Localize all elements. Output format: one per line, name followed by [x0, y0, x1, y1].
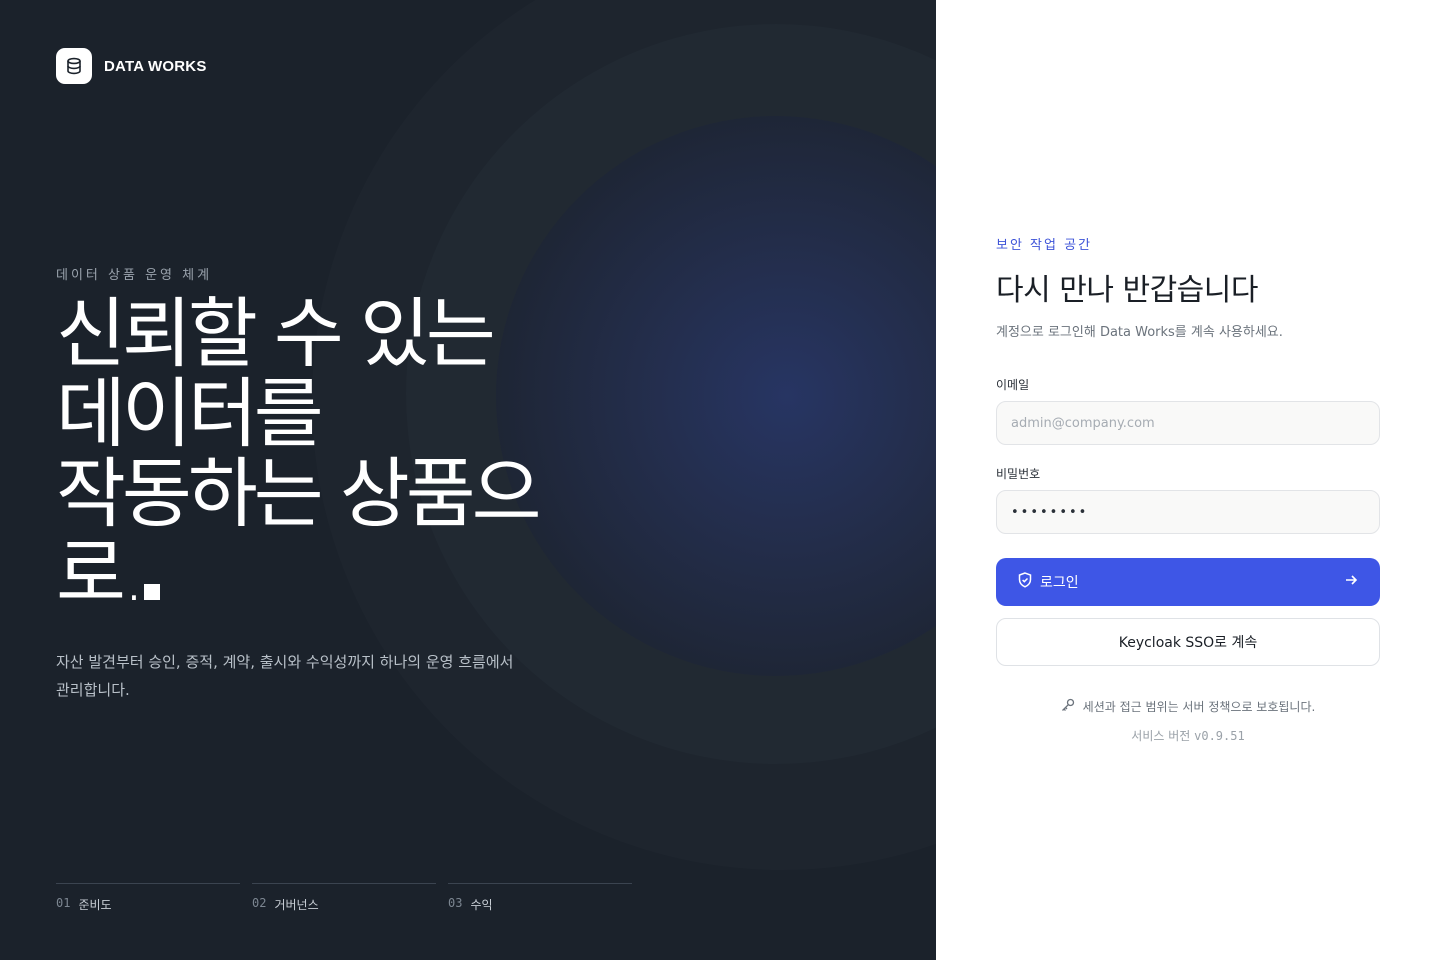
description-line: 관리합니다.: [56, 681, 130, 699]
shield-icon: [1018, 572, 1032, 592]
step-number: 03: [448, 896, 463, 910]
login-panel: 보안 작업 공간 다시 만나 반갑습니다 계정으로 로그인해 Data Work…: [936, 0, 1440, 960]
database-icon: [56, 48, 92, 84]
headline-line: 작동하는 상품으: [56, 449, 542, 538]
login-button-label: 로그인: [1040, 575, 1079, 591]
password-field[interactable]: [996, 490, 1380, 534]
login-subtitle: 계정으로 로그인해 Data Works를 계속 사용하세요.: [996, 325, 1283, 340]
version-number: v0.9.51: [1194, 729, 1245, 743]
cursor-block: [144, 584, 161, 600]
hero-eyebrow: 데이터 상품 운영 체계: [56, 268, 213, 283]
sso-button[interactable]: Keycloak SSO로 계속: [996, 618, 1380, 666]
brand-name: DATA WORKS: [104, 57, 207, 75]
version-label: 서비스 버전: [1131, 729, 1191, 743]
login-title: 다시 만나 반갑습니다: [996, 273, 1258, 308]
brand: DATA WORKS: [56, 48, 207, 84]
hero-panel: DATA WORKS 데이터 상품 운영 체계 신뢰할 수 있는 데이터를 작동…: [0, 0, 936, 960]
step-label: 수익: [470, 898, 493, 912]
version-info: 서비스 버전 v0.9.51: [996, 727, 1380, 744]
hero-description: 자산 발견부터 승인, 증적, 계약, 출시와 수익성까지 하나의 운영 흐름에…: [56, 648, 576, 704]
email-field[interactable]: [996, 401, 1380, 445]
arrow-right-icon: [1344, 573, 1358, 591]
key-icon: [1061, 698, 1075, 715]
security-note-text: 세션과 접근 범위는 서버 정책으로 보호됩니다.: [1082, 700, 1316, 714]
description-line: 자산 발견부터 승인, 증적, 계약, 출시와 수익성까지 하나의 운영 흐름에…: [56, 653, 514, 671]
step-number: 02: [252, 896, 267, 910]
step-item: 03 수익: [448, 883, 632, 913]
step-label: 준비도: [78, 898, 112, 912]
step-label: 거버넌스: [274, 898, 319, 912]
login-button[interactable]: 로그인: [996, 558, 1380, 606]
login-form: 보안 작업 공간 다시 만나 반갑습니다 계정으로 로그인해 Data Work…: [996, 234, 1380, 744]
hero-headline: 신뢰할 수 있는 데이터를 작동하는 상품으 로.: [56, 294, 656, 614]
email-label: 이메일: [996, 378, 1030, 392]
security-note: 세션과 접근 범위는 서버 정책으로 보호됩니다.: [996, 698, 1380, 715]
step-number: 01: [56, 896, 71, 910]
step-list: 01 준비도 02 거버넌스 03 수익: [56, 883, 632, 913]
headline-line: 신뢰할 수 있는: [56, 289, 496, 378]
step-item: 02 거버넌스: [252, 883, 436, 913]
step-item: 01 준비도: [56, 883, 240, 913]
password-label: 비밀번호: [996, 467, 1041, 481]
headline-line: 데이터를: [56, 369, 324, 458]
headline-line: 로.: [56, 529, 146, 618]
login-kicker: 보안 작업 공간: [996, 238, 1093, 253]
